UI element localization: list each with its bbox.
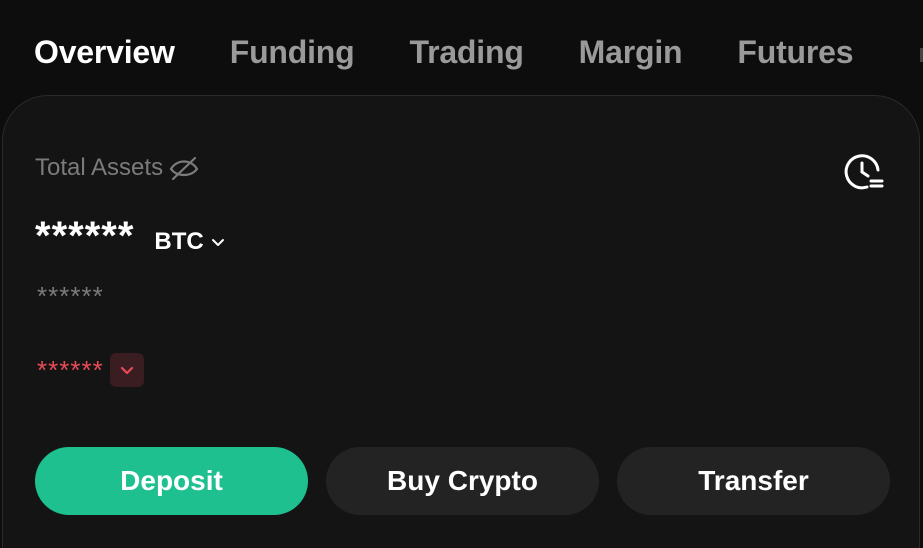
chevron-down-icon — [120, 366, 133, 375]
pnl-dropdown-button[interactable] — [109, 353, 144, 387]
tab-margin[interactable]: Margin — [579, 34, 683, 71]
action-buttons: Deposit Buy Crypto Transfer — [35, 447, 890, 515]
pnl-row: ****** — [37, 352, 144, 388]
total-assets-card: Total Assets ****** BTC ****** ****** De… — [2, 95, 920, 548]
total-assets-header: Total Assets — [35, 153, 199, 183]
pnl-value: ****** — [37, 354, 104, 385]
assets-page: Overview Funding Trading Margin Futures … — [0, 0, 923, 548]
account-tabs: Overview Funding Trading Margin Futures — [34, 30, 854, 74]
tab-futures[interactable]: Futures — [737, 34, 853, 71]
total-assets-label: Total Assets — [35, 154, 164, 181]
buy-crypto-button[interactable]: Buy Crypto — [326, 447, 599, 515]
tab-funding[interactable]: Funding — [230, 34, 355, 71]
eye-off-icon[interactable] — [169, 155, 199, 181]
fiat-equivalent-value: ****** — [37, 281, 104, 311]
balance-row: ****** BTC — [35, 206, 226, 256]
chevron-down-icon — [210, 234, 226, 250]
tab-overview[interactable]: Overview — [34, 34, 175, 71]
total-balance-value: ****** — [35, 214, 135, 258]
currency-label: BTC — [154, 228, 204, 255]
transfer-button[interactable]: Transfer — [617, 447, 890, 515]
tab-trading[interactable]: Trading — [410, 34, 524, 71]
currency-selector[interactable]: BTC — [154, 228, 225, 256]
clock-history-icon[interactable] — [841, 150, 885, 194]
deposit-button[interactable]: Deposit — [35, 447, 308, 515]
